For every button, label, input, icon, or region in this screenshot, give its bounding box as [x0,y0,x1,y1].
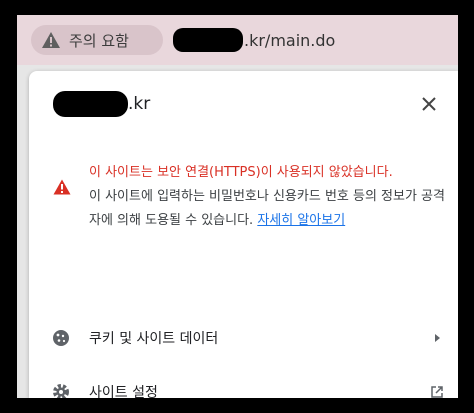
address-bar: 주의 요함 .kr/main.do [17,15,458,65]
site-settings-label: 사이트 설정 [89,385,158,398]
site-settings-menu-item[interactable]: 사이트 설정 [29,372,458,398]
redacted-site-name [53,91,128,117]
security-title: 이 사이트는 보안 연결(HTTPS)이 사용되지 않았습니다. [89,165,393,180]
url-suffix: .kr/main.do [244,30,336,50]
warning-triangle-icon [53,179,71,195]
cookie-icon [53,330,69,346]
site-info-popup: .kr 이 사이트는 보안 연결(HTTPS)이 사용되지 않았습니다. 이 사… [29,71,458,398]
cookies-menu-item[interactable]: 쿠키 및 사이트 데이터 [29,318,458,358]
security-message: 이 사이트는 보안 연결(HTTPS)이 사용되지 않았습니다. 이 사이트에 … [89,161,449,233]
chevron-right-icon [435,334,440,342]
site-name: .kr [53,91,458,117]
security-warning-chip[interactable]: 주의 요함 [31,25,163,55]
close-button[interactable] [418,93,440,115]
redacted-domain [173,28,243,52]
browser-window: 주의 요함 .kr/main.do .kr 이 사이트는 보안 연결(HTTPS… [17,15,458,398]
close-icon [422,97,436,111]
gear-icon [53,384,69,398]
learn-more-link[interactable]: 자세히 알아보기 [257,213,345,228]
url-text[interactable]: .kr/main.do [173,28,335,52]
cookies-label: 쿠키 및 사이트 데이터 [89,331,219,347]
security-description: 이 사이트에 입력하는 비밀번호나 신용카드 번호 등의 정보가 공격자에 의해… [89,185,449,233]
external-link-icon [431,386,443,398]
warning-label: 주의 요함 [69,31,129,50]
site-suffix: .kr [128,94,151,114]
warning-icon [42,32,60,48]
